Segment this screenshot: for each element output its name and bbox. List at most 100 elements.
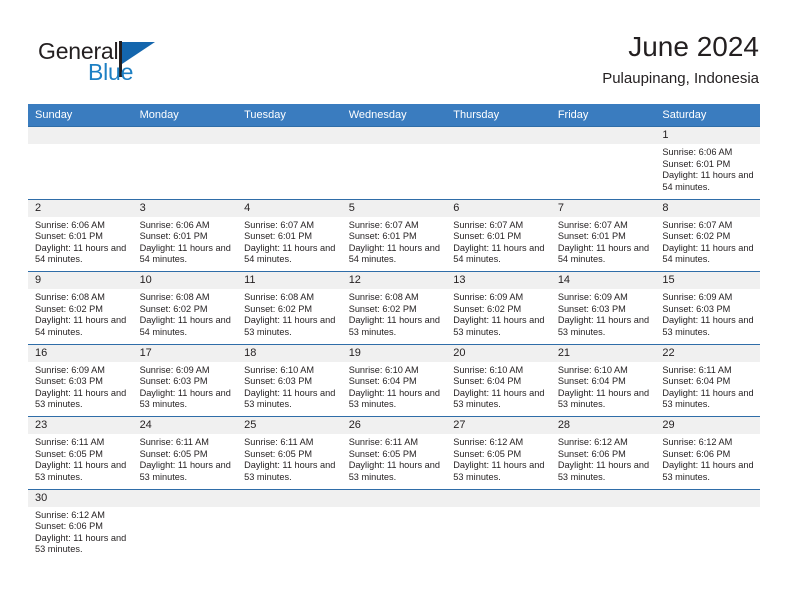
day-number <box>550 127 656 144</box>
daylight-text: Daylight: 11 hours and 53 minutes. <box>348 460 440 482</box>
day-cell[interactable]: 9 Sunrise: 6:08 AM Sunset: 6:02 PM Daylight… <box>28 272 133 344</box>
day-details: Sunrise: 6:09 AM Sunset: 6:02 PM Daylight:… <box>446 289 551 338</box>
day-cell-empty <box>132 489 238 562</box>
sunset-text: Sunset: 6:01 PM <box>662 158 731 169</box>
sunset-text: Sunset: 6:03 PM <box>244 376 313 387</box>
day-details: Sunrise: 6:09 AM Sunset: 6:03 PM Daylight:… <box>551 289 656 338</box>
daylight-text: Daylight: 11 hours and 54 minutes. <box>348 242 440 265</box>
day-number: 30 <box>28 489 133 507</box>
day-number: 3 <box>132 199 238 217</box>
day-number: 2 <box>28 199 133 217</box>
daylight-text: Daylight: 11 hours and 54 minutes. <box>662 242 754 265</box>
day-cell[interactable]: 3 Sunrise: 6:06 AM Sunset: 6:01 PM Daylight… <box>132 199 238 271</box>
sunset-text: Sunset: 6:03 PM <box>557 303 626 314</box>
day-cell[interactable]: 27 Sunrise: 6:12 AM Sunset: 6:05 PM Dayligh… <box>446 417 551 489</box>
day-details: Sunrise: 6:09 AM Sunset: 6:03 PM Daylight:… <box>655 289 760 338</box>
day-cell[interactable]: 30 Sunrise: 6:12 AM Sunset: 6:06 PM Dayligh… <box>28 489 133 562</box>
day-details: Sunrise: 6:11 AM Sunset: 6:05 PM Daylight:… <box>237 434 342 483</box>
day-cell[interactable]: 14 Sunrise: 6:09 AM Sunset: 6:03 PM Dayligh… <box>550 272 656 344</box>
day-cell[interactable]: 7 Sunrise: 6:07 AM Sunset: 6:01 PM Daylight… <box>550 199 656 271</box>
daylight-text: Daylight: 11 hours and 53 minutes. <box>244 387 336 410</box>
day-cell[interactable]: 19 Sunrise: 6:10 AM Sunset: 6:04 PM Dayligh… <box>341 344 447 416</box>
day-number: 23 <box>28 417 133 434</box>
day-number <box>341 127 447 144</box>
day-details: Sunrise: 6:11 AM Sunset: 6:05 PM Daylight:… <box>28 434 133 483</box>
daylight-text: Daylight: 11 hours and 53 minutes. <box>557 460 650 482</box>
brand-name-bottom: Blue <box>88 59 134 85</box>
day-number: 22 <box>655 344 760 362</box>
day-cell[interactable]: 22 Sunrise: 6:11 AM Sunset: 6:04 PM Dayligh… <box>655 344 760 416</box>
day-details: Sunrise: 6:10 AM Sunset: 6:03 PM Daylight:… <box>237 362 342 411</box>
day-cell[interactable]: 15 Sunrise: 6:09 AM Sunset: 6:03 PM Dayligh… <box>655 272 760 344</box>
day-cell[interactable]: 2 Sunrise: 6:06 AM Sunset: 6:01 PM Daylight… <box>28 199 133 271</box>
day-cell[interactable]: 16 Sunrise: 6:09 AM Sunset: 6:03 PM Dayligh… <box>28 344 133 416</box>
daylight-text: Daylight: 11 hours and 53 minutes. <box>139 460 231 482</box>
day-cell[interactable]: 21 Sunrise: 6:10 AM Sunset: 6:04 PM Dayligh… <box>550 344 656 416</box>
day-details: Sunrise: 6:06 AM Sunset: 6:01 PM Daylight:… <box>133 217 238 266</box>
day-number: 17 <box>132 344 238 362</box>
day-number <box>341 489 447 507</box>
day-cell[interactable]: 24 Sunrise: 6:11 AM Sunset: 6:05 PM Dayligh… <box>132 417 238 489</box>
daylight-text: Daylight: 11 hours and 53 minutes. <box>662 460 754 482</box>
sunrise-text: Sunrise: 6:11 AM <box>139 437 209 447</box>
day-number: 11 <box>237 272 342 289</box>
day-number: 21 <box>550 344 656 362</box>
day-details: Sunrise: 6:12 AM Sunset: 6:05 PM Daylight:… <box>446 434 551 483</box>
day-details: Sunrise: 6:06 AM Sunset: 6:01 PM Daylight:… <box>655 144 760 193</box>
sunrise-text: Sunrise: 6:10 AM <box>348 364 419 375</box>
day-cell[interactable]: 12 Sunrise: 6:08 AM Sunset: 6:02 PM Dayligh… <box>341 272 447 344</box>
day-details: Sunrise: 6:07 AM Sunset: 6:01 PM Daylight:… <box>237 217 342 266</box>
calendar-week-row: 23 Sunrise: 6:11 AM Sunset: 6:05 PM Dayligh… <box>28 416 760 489</box>
day-cell[interactable]: 29 Sunrise: 6:12 AM Sunset: 6:06 PM Dayligh… <box>655 417 760 489</box>
sunrise-text: Sunrise: 6:11 AM <box>35 437 105 447</box>
day-details: Sunrise: 6:08 AM Sunset: 6:02 PM Daylight:… <box>342 289 447 338</box>
daylight-text: Daylight: 11 hours and 53 minutes. <box>662 315 754 337</box>
day-number: 8 <box>655 199 760 217</box>
sunrise-text: Sunrise: 6:11 AM <box>662 364 732 375</box>
day-cell-empty <box>132 127 238 199</box>
daylight-text: Daylight: 11 hours and 53 minutes. <box>453 460 545 482</box>
day-number: 13 <box>446 272 551 289</box>
day-cell[interactable]: 23 Sunrise: 6:11 AM Sunset: 6:05 PM Dayligh… <box>28 417 133 489</box>
sunrise-text: Sunrise: 6:12 AM <box>662 437 733 447</box>
sunset-text: Sunset: 6:04 PM <box>453 376 522 387</box>
sunrise-text: Sunrise: 6:08 AM <box>348 292 419 302</box>
day-cell[interactable]: 25 Sunrise: 6:11 AM Sunset: 6:05 PM Dayligh… <box>237 417 342 489</box>
day-number <box>446 489 551 507</box>
brand-logo[interactable]: General Blue <box>38 38 228 92</box>
day-cell[interactable]: 11 Sunrise: 6:08 AM Sunset: 6:02 PM Dayligh… <box>237 272 342 344</box>
sunrise-text: Sunrise: 6:10 AM <box>557 364 628 375</box>
day-cell[interactable]: 17 Sunrise: 6:09 AM Sunset: 6:03 PM Dayligh… <box>132 344 238 416</box>
day-number: 14 <box>550 272 656 289</box>
day-cell-empty <box>446 127 551 199</box>
day-cell[interactable]: 13 Sunrise: 6:09 AM Sunset: 6:02 PM Dayligh… <box>446 272 551 344</box>
day-number <box>237 489 342 507</box>
sunset-text: Sunset: 6:04 PM <box>348 376 417 387</box>
day-number: 27 <box>446 417 551 434</box>
weekday-header-wednesday: Wednesday <box>348 109 407 121</box>
sunrise-text: Sunrise: 6:07 AM <box>662 219 733 230</box>
day-number: 5 <box>341 199 447 217</box>
sunset-text: Sunset: 6:05 PM <box>139 448 208 459</box>
day-cell[interactable]: 28 Sunrise: 6:12 AM Sunset: 6:06 PM Dayligh… <box>550 417 656 489</box>
day-cell[interactable]: 1 Sunrise: 6:06 AM Sunset: 6:01 PM Daylight… <box>655 127 760 199</box>
day-cell[interactable]: 10 Sunrise: 6:08 AM Sunset: 6:02 PM Dayligh… <box>132 272 238 344</box>
sunrise-text: Sunrise: 6:07 AM <box>348 219 419 230</box>
day-cell[interactable]: 6 Sunrise: 6:07 AM Sunset: 6:01 PM Daylight… <box>446 199 551 271</box>
day-cell[interactable]: 20 Sunrise: 6:10 AM Sunset: 6:04 PM Dayligh… <box>446 344 551 416</box>
sunset-text: Sunset: 6:03 PM <box>662 303 731 314</box>
weekday-header-tuesday: Tuesday <box>244 109 286 121</box>
day-cell[interactable]: 4 Sunrise: 6:07 AM Sunset: 6:01 PM Daylight… <box>237 199 342 271</box>
day-cell[interactable]: 26 Sunrise: 6:11 AM Sunset: 6:05 PM Dayligh… <box>341 417 447 489</box>
day-details: Sunrise: 6:08 AM Sunset: 6:02 PM Daylight:… <box>28 289 133 338</box>
daylight-text: Daylight: 11 hours and 54 minutes. <box>662 170 754 192</box>
day-details: Sunrise: 6:08 AM Sunset: 6:02 PM Daylight:… <box>237 289 342 338</box>
day-cell[interactable]: 8 Sunrise: 6:07 AM Sunset: 6:02 PM Daylight… <box>655 199 760 271</box>
title-block: June 2024 Pulaupinang, Indonesia <box>602 30 759 90</box>
day-cell-empty <box>550 127 656 199</box>
day-number: 10 <box>132 272 238 289</box>
day-cell[interactable]: 18 Sunrise: 6:10 AM Sunset: 6:03 PM Dayligh… <box>237 344 342 416</box>
day-details: Sunrise: 6:09 AM Sunset: 6:03 PM Daylight:… <box>28 362 133 411</box>
day-cell[interactable]: 5 Sunrise: 6:07 AM Sunset: 6:01 PM Daylight… <box>341 199 447 271</box>
calendar-page: General Blue June 2024 Pulaupinang, Indo… <box>0 0 792 612</box>
